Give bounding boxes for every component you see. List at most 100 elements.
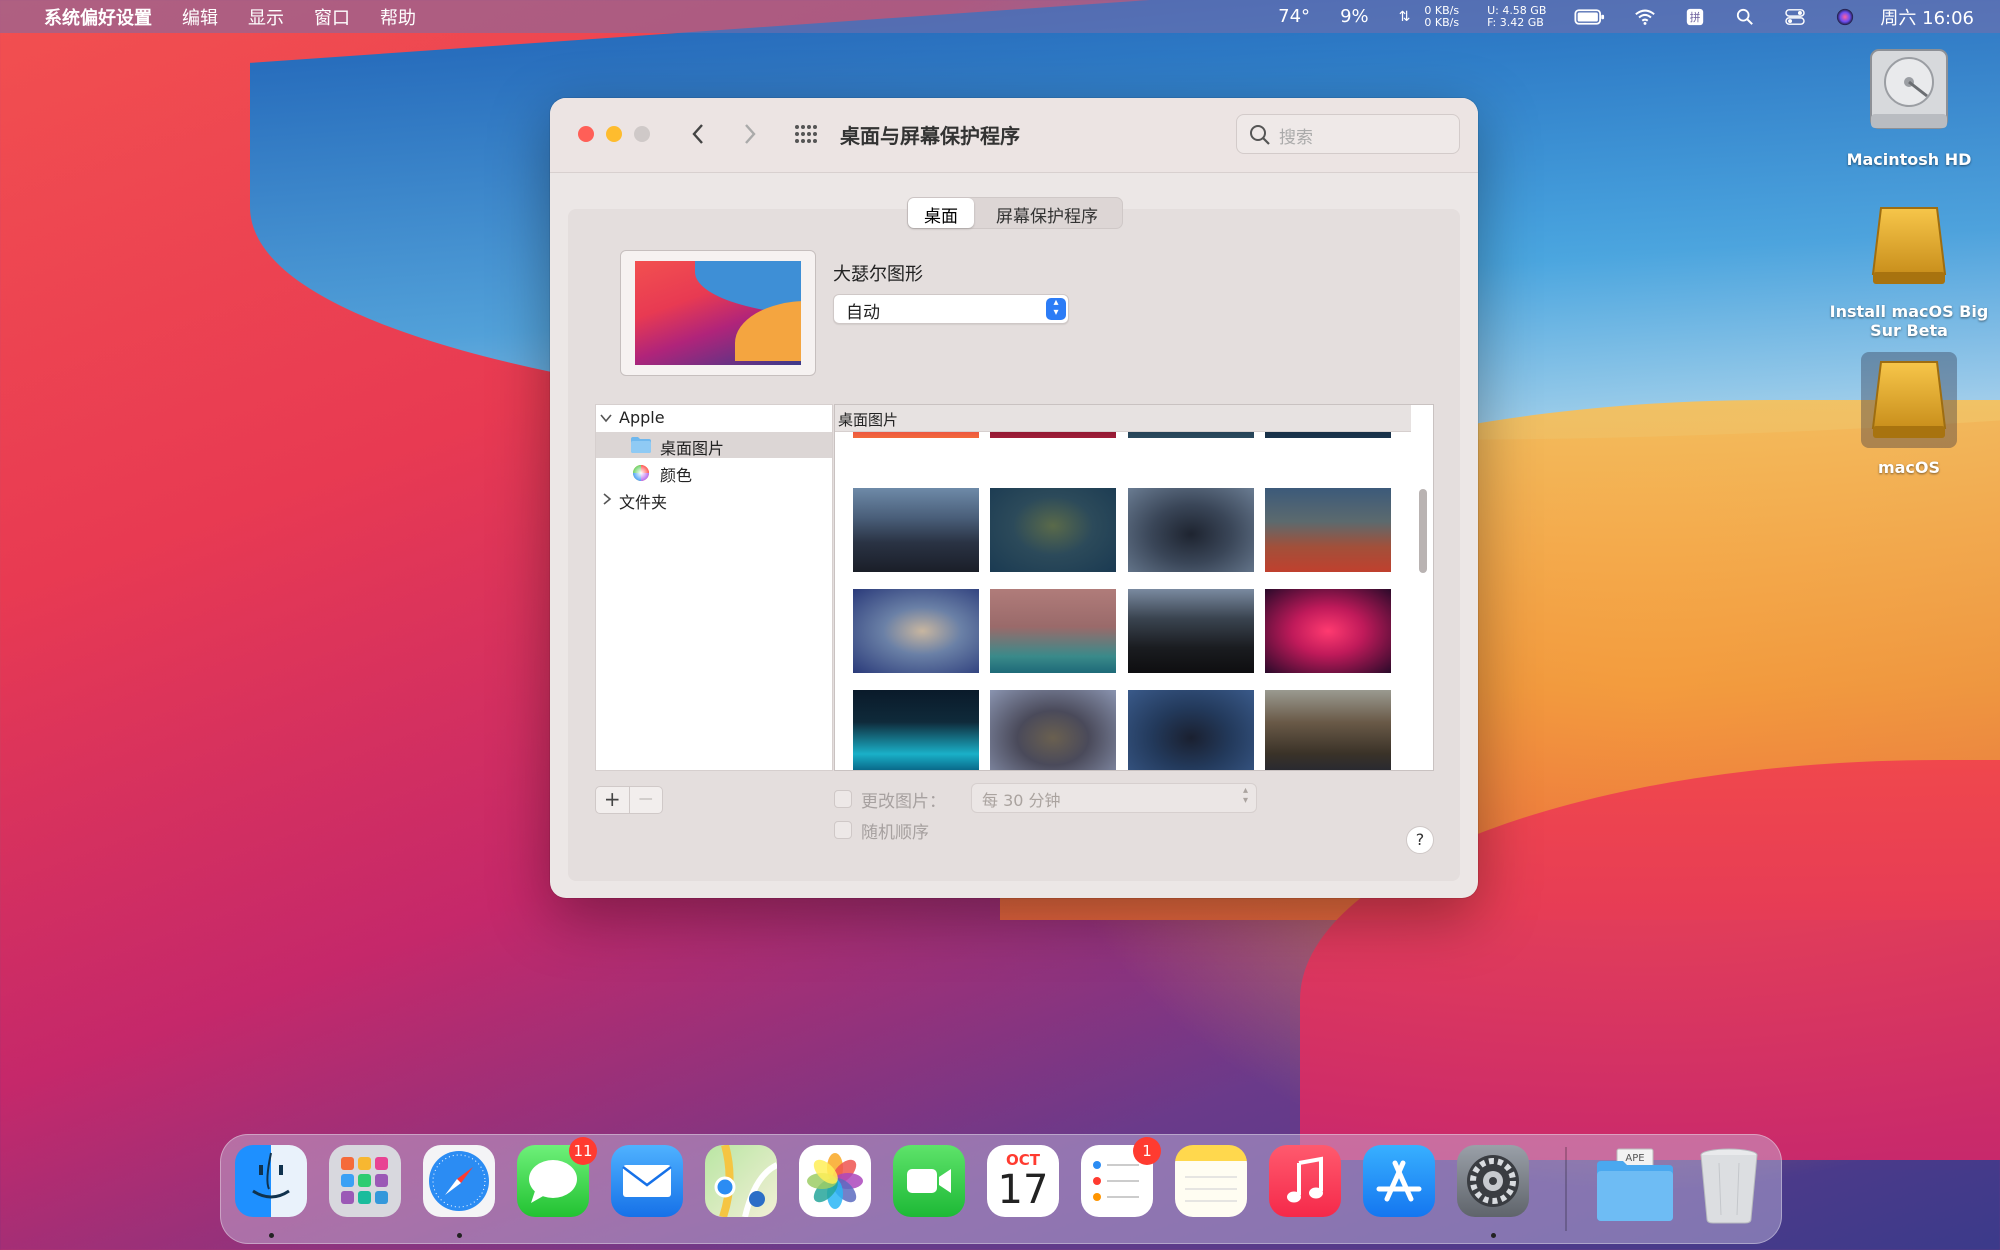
launchpad-grid-icon bbox=[341, 1157, 388, 1204]
temperature-status[interactable]: 74° bbox=[1278, 6, 1310, 27]
dock-app-store-icon[interactable] bbox=[1363, 1145, 1435, 1217]
wifi-icon[interactable] bbox=[1634, 8, 1656, 26]
desktop-icon-macintosh-hd[interactable]: Macintosh HD bbox=[1819, 44, 1999, 169]
help-button[interactable]: ? bbox=[1406, 826, 1434, 854]
menu-help[interactable]: 帮助 bbox=[380, 4, 416, 30]
tab-desktop[interactable]: 桌面 bbox=[908, 198, 974, 228]
dock-downloads-stack-icon[interactable]: APE bbox=[1595, 1145, 1673, 1221]
dock-calendar-icon[interactable]: OCT 17 bbox=[987, 1145, 1059, 1217]
wallpaper-thumbnail[interactable] bbox=[990, 690, 1116, 770]
source-item-label: 颜色 bbox=[660, 466, 693, 485]
forward-chevron-icon[interactable] bbox=[742, 122, 758, 146]
minimize-button[interactable] bbox=[606, 126, 622, 142]
messages-badge: 11 bbox=[569, 1137, 597, 1165]
search-field[interactable]: 搜索 bbox=[1236, 114, 1460, 154]
zoom-button[interactable] bbox=[634, 126, 650, 142]
dock-facetime-icon[interactable] bbox=[893, 1145, 965, 1217]
dock-reminders-icon[interactable]: 1 bbox=[1081, 1137, 1161, 1217]
wallpaper-thumbnail[interactable] bbox=[1265, 589, 1391, 673]
show-all-grid-icon[interactable] bbox=[794, 124, 818, 144]
disclosure-open-icon[interactable] bbox=[600, 413, 612, 423]
running-indicator bbox=[1491, 1233, 1496, 1238]
appearance-popup[interactable]: 自动 ▴ ▾ bbox=[833, 294, 1069, 324]
wallpaper-thumbnail[interactable] bbox=[1265, 690, 1391, 770]
wallpaper-thumbnail[interactable] bbox=[990, 488, 1116, 572]
desktop-icon-macos[interactable]: macOS bbox=[1819, 352, 1999, 477]
wallpaper-preview-image bbox=[635, 261, 801, 365]
wallpaper-thumbnail[interactable] bbox=[1128, 589, 1254, 673]
dock-notes-icon[interactable] bbox=[1175, 1145, 1247, 1217]
selection-highlight bbox=[1861, 352, 1957, 448]
wallpaper-name: 大瑟尔图形 bbox=[833, 264, 923, 285]
grid-header: 桌面图片 bbox=[835, 405, 1411, 432]
desktop-icon-install-macos[interactable]: Install macOS Big Sur Beta bbox=[1819, 204, 1999, 340]
clock[interactable]: 周六 16:06 bbox=[1880, 4, 1974, 30]
dock-launchpad-icon[interactable] bbox=[329, 1145, 401, 1217]
grid-scrollbar[interactable] bbox=[1417, 433, 1431, 768]
gear-icon bbox=[1467, 1155, 1519, 1207]
menu-bar-status: 74° 9% ⇅ 0 KB/s 0 KB/s U: 4.58 GB F: 3.4… bbox=[1248, 0, 1974, 33]
menu-app-name[interactable]: 系统偏好设置 bbox=[44, 4, 152, 30]
wallpaper-thumbnail[interactable] bbox=[853, 690, 979, 770]
battery-icon[interactable] bbox=[1574, 8, 1606, 26]
source-group-apple[interactable]: Apple bbox=[596, 405, 832, 431]
dock-safari-icon[interactable] bbox=[423, 1145, 495, 1217]
color-wheel-icon bbox=[633, 465, 649, 481]
menu-edit[interactable]: 编辑 bbox=[182, 4, 218, 30]
disk-free: F: 3.42 GB bbox=[1487, 15, 1544, 29]
grid-scroll-thumb[interactable] bbox=[1419, 489, 1427, 573]
dock-music-icon[interactable] bbox=[1269, 1145, 1341, 1217]
external-drive-icon bbox=[1871, 207, 1947, 284]
spotlight-search-icon[interactable] bbox=[1734, 8, 1756, 26]
change-picture-checkbox[interactable] bbox=[834, 790, 852, 808]
tab-segmented-control: 桌面 屏幕保护程序 bbox=[907, 197, 1123, 229]
source-item-colors[interactable]: 颜色 bbox=[596, 459, 832, 485]
change-interval-popup[interactable]: 每 30 分钟 ▴ ▾ bbox=[971, 783, 1257, 813]
source-group-label: 文件夹 bbox=[619, 493, 668, 512]
close-button[interactable] bbox=[578, 126, 594, 142]
remove-folder-button[interactable]: — bbox=[630, 787, 663, 813]
tab-screensaver[interactable]: 屏幕保护程序 bbox=[974, 198, 1120, 228]
network-arrows-icon: ⇅ bbox=[1398, 8, 1411, 25]
video-camera-icon bbox=[907, 1169, 951, 1193]
back-chevron-icon[interactable] bbox=[690, 122, 706, 146]
wallpaper-thumbnail[interactable] bbox=[1128, 690, 1254, 770]
trash-can-icon bbox=[1700, 1148, 1758, 1224]
dock-photos-icon[interactable] bbox=[799, 1145, 871, 1217]
menu-view[interactable]: 显示 bbox=[248, 4, 284, 30]
notepad-icon bbox=[1185, 1176, 1237, 1202]
source-group-label: Apple bbox=[619, 408, 665, 427]
search-placeholder: 搜索 bbox=[1279, 128, 1313, 148]
random-order-checkbox[interactable] bbox=[834, 821, 852, 839]
add-folder-button[interactable]: + bbox=[596, 787, 630, 813]
dock-system-preferences-icon[interactable] bbox=[1457, 1145, 1529, 1217]
dock-messages-icon[interactable]: 11 bbox=[517, 1137, 597, 1217]
net-down: 0 KB/s bbox=[1424, 15, 1460, 29]
siri-icon[interactable] bbox=[1834, 8, 1856, 26]
dock-mail-icon[interactable] bbox=[611, 1145, 683, 1217]
dock-finder-icon[interactable] bbox=[235, 1145, 307, 1217]
wallpaper-thumbnail[interactable] bbox=[853, 488, 979, 572]
dock-maps-icon[interactable] bbox=[705, 1143, 779, 1219]
wallpaper-thumbnail[interactable] bbox=[990, 589, 1116, 673]
source-item-desktop-pictures[interactable]: 桌面图片 bbox=[596, 432, 832, 458]
dock-trash-icon[interactable] bbox=[1693, 1145, 1765, 1224]
calendar-day: 17 bbox=[997, 1167, 1049, 1213]
search-icon bbox=[1250, 125, 1270, 145]
source-item-label: 桌面图片 bbox=[660, 439, 725, 458]
wallpaper-thumbnail[interactable] bbox=[853, 589, 979, 673]
cpu-status[interactable]: 9% bbox=[1340, 6, 1369, 27]
input-method-icon[interactable]: 拼 bbox=[1684, 8, 1706, 26]
folder-icon bbox=[631, 437, 651, 453]
popup-arrows-icon: ▴ ▾ bbox=[1046, 298, 1066, 320]
finder-face-icon bbox=[252, 1152, 290, 1199]
wallpaper-preview bbox=[620, 250, 816, 376]
network-status[interactable]: 0 KB/s 0 KB/s bbox=[1424, 4, 1460, 29]
source-group-folders[interactable]: 文件夹 bbox=[596, 486, 832, 512]
wallpaper-thumbnail[interactable] bbox=[1128, 488, 1254, 572]
wallpaper-thumbnail[interactable] bbox=[1265, 488, 1391, 572]
disclosure-closed-icon[interactable] bbox=[602, 493, 612, 505]
control-center-icon[interactable] bbox=[1784, 8, 1806, 26]
disk-status[interactable]: U: 4.58 GB F: 3.42 GB bbox=[1487, 4, 1546, 29]
menu-window[interactable]: 窗口 bbox=[314, 4, 350, 30]
